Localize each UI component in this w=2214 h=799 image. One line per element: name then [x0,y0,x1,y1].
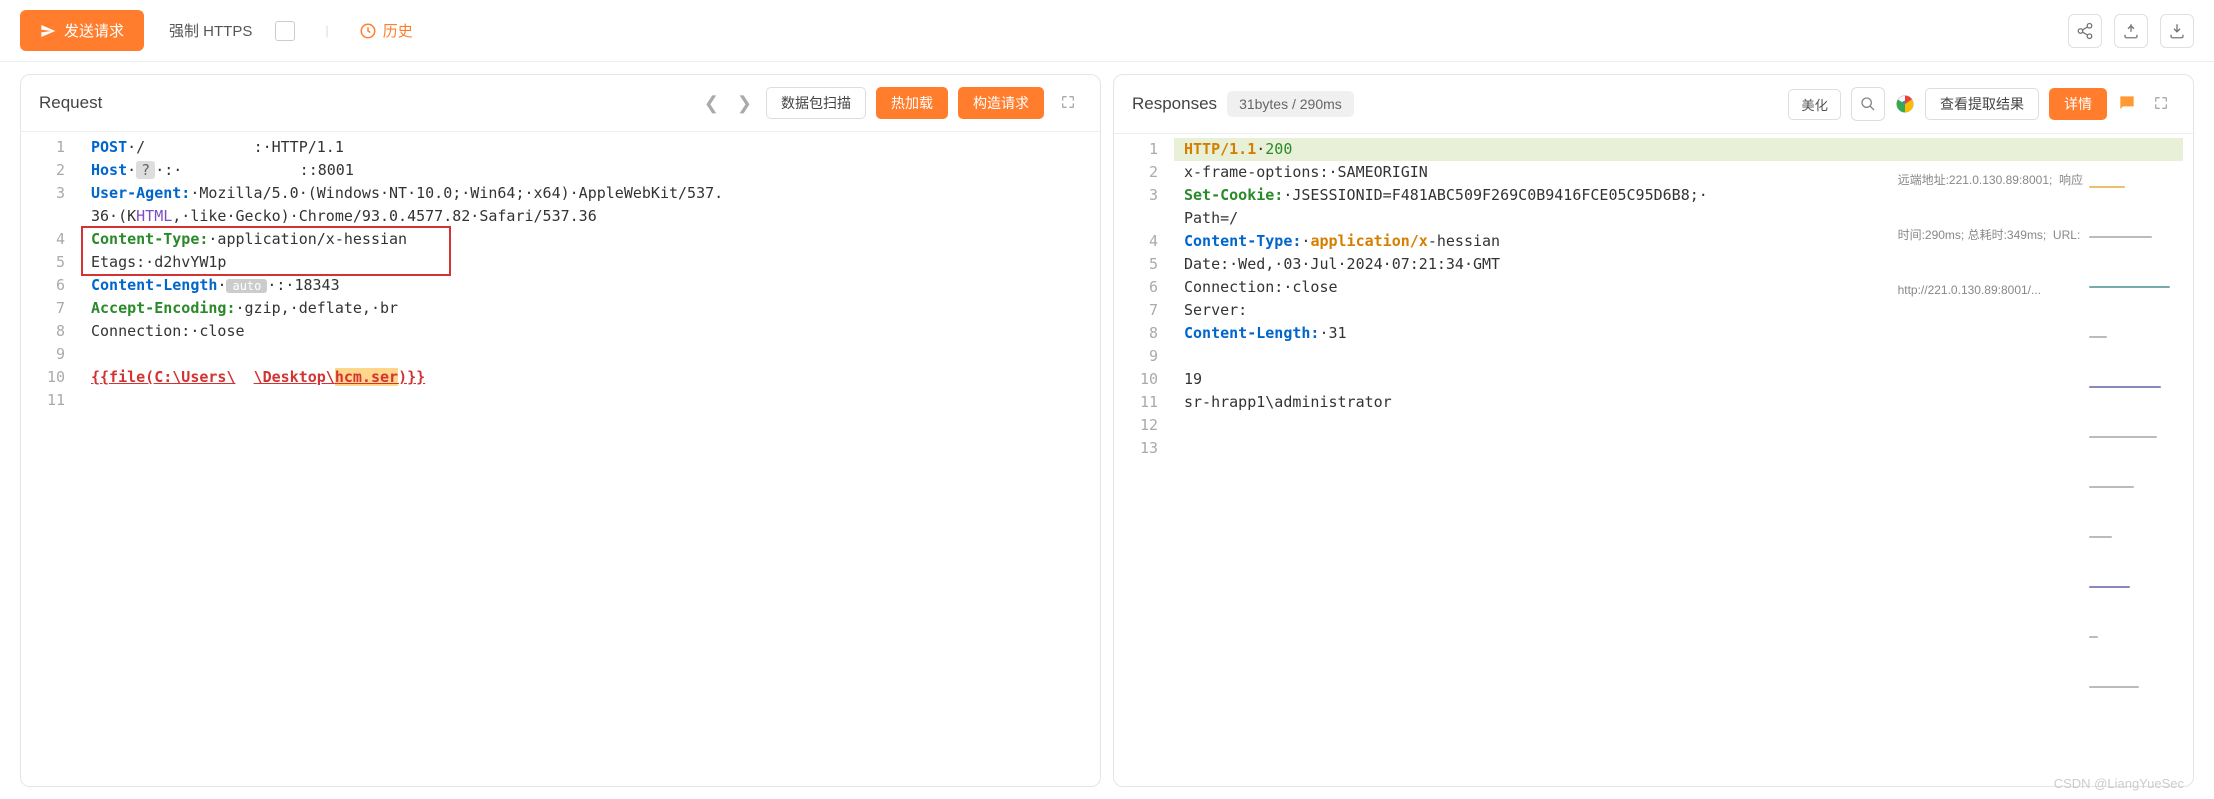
extract-button[interactable]: 查看提取结果 [1925,88,2039,120]
search-icon [1860,96,1876,112]
comment-button[interactable] [2117,93,2137,116]
next-button[interactable]: ❯ [733,93,756,114]
export-icon [2122,22,2140,40]
response-meta: 远端地址:221.0.130.89:8001; 响应 时间:290ms; 总耗时… [1898,140,2083,163]
request-code[interactable]: 1234567891011 POST·/ :·HTTP/1.1Host·?·:·… [21,132,1100,786]
comment-icon [2117,93,2137,113]
response-status-info: 31bytes / 290ms [1227,91,1354,117]
expand-icon [1060,94,1076,110]
meta-url: http://221.0.130.89:8001/... [1898,282,2083,305]
minimap[interactable] [2089,140,2179,163]
response-code[interactable]: 12345678910111213 HTTP/1.1·200x-frame-op… [1114,134,2193,786]
response-lines[interactable]: HTTP/1.1·200x-frame-options:·SAMEORIGINS… [1174,134,2193,786]
detail-button[interactable]: 详情 [2049,88,2107,120]
meta-remote: 远端地址:221.0.130.89:8001; 响应 [1898,172,2083,195]
separator: | [325,23,328,38]
request-actions: ❮ ❯ 数据包扫描 热加载 构造请求 [700,87,1082,119]
response-gutter: 12345678910111213 [1114,134,1174,786]
request-lines[interactable]: POST·/ :·HTTP/1.1Host·?·:· ::8001User-Ag… [81,132,1100,786]
request-gutter: 1234567891011 [21,132,81,786]
topbar-right [2068,14,2194,48]
clock-icon [359,22,377,40]
response-title: Responses [1132,94,1217,114]
scan-button[interactable]: 数据包扫描 [766,87,866,119]
share-icon [2076,22,2094,40]
response-panel: Responses 31bytes / 290ms 美化 查看提取结果 详情 [1113,74,2194,787]
share-button[interactable] [2068,14,2102,48]
beautify-button[interactable]: 美化 [1788,89,1841,120]
history-link[interactable]: 历史 [359,20,413,41]
chrome-icon[interactable] [1895,94,1915,114]
request-panel: Request ❮ ❯ 数据包扫描 热加载 构造请求 1234567891011… [20,74,1101,787]
topbar: 发送请求 强制 HTTPS | 历史 [0,0,2214,62]
prev-button[interactable]: ❮ [700,93,723,114]
request-title: Request [39,93,102,113]
build-button[interactable]: 构造请求 [958,87,1044,119]
https-toggle[interactable] [275,21,295,41]
watermark: CSDN @LiangYueSec [2054,776,2184,791]
panels: Request ❮ ❯ 数据包扫描 热加载 构造请求 1234567891011… [0,62,2214,799]
response-header: Responses 31bytes / 290ms 美化 查看提取结果 详情 [1114,75,2193,134]
response-actions: 美化 查看提取结果 详情 [1788,87,2175,121]
export-button[interactable] [2114,14,2148,48]
send-request-button[interactable]: 发送请求 [20,10,144,51]
import-button[interactable] [2160,14,2194,48]
hotload-button[interactable]: 热加载 [876,87,948,119]
https-label: 强制 HTTPS [169,20,252,41]
expand-response-button[interactable] [2147,95,2175,114]
send-icon [40,23,56,39]
search-button[interactable] [1851,87,1885,121]
history-label: 历史 [383,20,413,41]
import-icon [2168,22,2186,40]
expand-icon [2153,95,2169,111]
request-header: Request ❮ ❯ 数据包扫描 热加载 构造请求 [21,75,1100,132]
send-label: 发送请求 [64,20,124,41]
expand-request-button[interactable] [1054,94,1082,113]
meta-time: 时间:290ms; 总耗时:349ms; URL: [1898,227,2083,250]
